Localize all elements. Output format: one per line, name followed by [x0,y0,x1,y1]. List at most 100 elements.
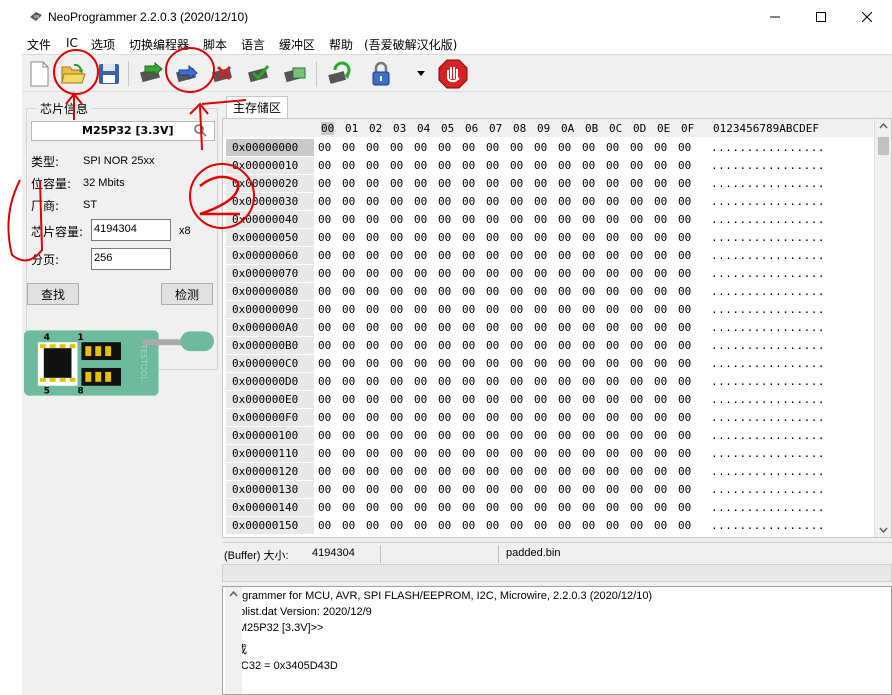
hex-bytes[interactable]: 00 00 00 00 00 00 00 00 00 00 00 00 00 00 00 00 [318,339,702,352]
hex-byte[interactable]: 00 [414,339,438,352]
hex-byte[interactable]: 00 [534,177,558,190]
hex-byte[interactable]: 00 [366,411,390,424]
hex-byte[interactable]: 00 [486,339,510,352]
hex-row[interactable]: 0x000000A0 00 00 00 00 00 00 00 00 00 00 00 00 00 00 00… [223,319,873,337]
hex-byte[interactable]: 00 [558,465,582,478]
hex-byte[interactable]: 00 [558,375,582,388]
hex-byte[interactable]: 00 [366,285,390,298]
hex-byte[interactable]: 00 [438,501,462,514]
hex-byte[interactable]: 00 [534,303,558,316]
hex-byte[interactable]: 00 [534,411,558,424]
hex-byte[interactable]: 00 [510,321,534,334]
chip-name-field[interactable]: M25P32 [3.3V] [31,121,215,141]
hex-bytes[interactable]: 00 00 00 00 00 00 00 00 00 00 00 00 00 00 00 00 [318,231,702,244]
hex-byte[interactable]: 00 [558,249,582,262]
hex-byte[interactable]: 00 [510,213,534,226]
hex-byte[interactable]: 00 [630,375,654,388]
hex-byte[interactable]: 00 [678,357,702,370]
hex-byte[interactable]: 00 [606,141,630,154]
hex-byte[interactable]: 00 [510,303,534,316]
hex-byte[interactable]: 00 [438,177,462,190]
hex-byte[interactable]: 00 [534,501,558,514]
hex-byte[interactable]: 00 [582,231,606,244]
hex-byte[interactable]: 00 [438,411,462,424]
hex-byte[interactable]: 00 [342,231,366,244]
hex-byte[interactable]: 00 [678,483,702,496]
hex-row[interactable]: 0x00000140 00 00 00 00 00 00 00 00 00 00 00 00 00 00 00… [223,499,873,517]
hex-bytes[interactable]: 00 00 00 00 00 00 00 00 00 00 00 00 00 00 00 00 [318,501,702,514]
hex-byte[interactable]: 00 [438,195,462,208]
hex-byte[interactable]: 00 [438,429,462,442]
hex-byte[interactable]: 00 [606,177,630,190]
hex-byte[interactable]: 00 [486,249,510,262]
hex-byte[interactable]: 00 [342,321,366,334]
hex-byte[interactable]: 00 [318,393,342,406]
hex-byte[interactable]: 00 [630,483,654,496]
hex-byte[interactable]: 00 [654,483,678,496]
hex-byte[interactable]: 00 [318,141,342,154]
hex-byte[interactable]: 00 [366,447,390,460]
hex-byte[interactable]: 00 [390,393,414,406]
hex-byte[interactable]: 00 [342,519,366,532]
log-scrollbar[interactable] [225,587,242,694]
hex-byte[interactable]: 00 [318,267,342,280]
hex-byte[interactable]: 00 [342,195,366,208]
hex-byte[interactable]: 00 [606,393,630,406]
chip-select-button[interactable] [192,123,212,139]
hex-byte[interactable]: 00 [510,519,534,532]
hex-byte[interactable]: 00 [558,429,582,442]
hex-byte[interactable]: 00 [558,177,582,190]
hex-byte[interactable]: 00 [414,285,438,298]
menu-help[interactable]: 帮助 [329,36,353,53]
hex-row[interactable]: 0x00000060 00 00 00 00 00 00 00 00 00 00 00 00 00 00 00… [223,247,873,265]
hex-row[interactable]: 0x00000150 00 00 00 00 00 00 00 00 00 00 00 00 00 00 00… [223,517,873,535]
hex-byte[interactable]: 00 [582,465,606,478]
hex-byte[interactable]: 00 [558,501,582,514]
hex-byte[interactable]: 00 [438,141,462,154]
detect-button[interactable]: 检测 [161,283,213,305]
hex-byte[interactable]: 00 [654,375,678,388]
hex-byte[interactable]: 00 [582,141,606,154]
hex-byte[interactable]: 00 [318,483,342,496]
hex-byte[interactable]: 00 [462,375,486,388]
hex-byte[interactable]: 00 [678,375,702,388]
hex-byte[interactable]: 00 [462,141,486,154]
hex-byte[interactable]: 00 [678,339,702,352]
hex-byte[interactable]: 00 [654,339,678,352]
hex-byte[interactable]: 00 [438,447,462,460]
hex-byte[interactable]: 00 [486,501,510,514]
hex-byte[interactable]: 00 [510,195,534,208]
hex-byte[interactable]: 00 [582,447,606,460]
hex-byte[interactable]: 00 [414,447,438,460]
hex-byte[interactable]: 00 [654,159,678,172]
hex-byte[interactable]: 00 [342,465,366,478]
hex-byte[interactable]: 00 [630,339,654,352]
hex-byte[interactable]: 00 [630,321,654,334]
hex-byte[interactable]: 00 [606,501,630,514]
hex-byte[interactable]: 00 [486,411,510,424]
hex-row[interactable]: 0x000000E0 00 00 00 00 00 00 00 00 00 00 00 00 00 00 00… [223,391,873,409]
hex-byte[interactable]: 00 [438,519,462,532]
hex-byte[interactable]: 00 [318,177,342,190]
hex-byte[interactable]: 00 [606,159,630,172]
hex-byte[interactable]: 00 [390,213,414,226]
hex-byte[interactable]: 00 [630,177,654,190]
hex-byte[interactable]: 00 [606,195,630,208]
hex-byte[interactable]: 00 [342,285,366,298]
hex-byte[interactable]: 00 [318,519,342,532]
hex-byte[interactable]: 00 [390,465,414,478]
hex-byte[interactable]: 00 [582,213,606,226]
stop-button[interactable] [438,59,468,89]
menu-script[interactable]: 脚本 [203,36,227,53]
hex-byte[interactable]: 00 [342,411,366,424]
hex-byte[interactable]: 00 [342,393,366,406]
hex-byte[interactable]: 00 [318,321,342,334]
hex-byte[interactable]: 00 [654,411,678,424]
hex-byte[interactable]: 00 [342,267,366,280]
hex-byte[interactable]: 00 [366,141,390,154]
hex-byte[interactable]: 00 [486,303,510,316]
hex-byte[interactable]: 00 [558,195,582,208]
hex-byte[interactable]: 00 [462,483,486,496]
verify-button[interactable] [244,59,274,89]
hex-byte[interactable]: 00 [606,447,630,460]
